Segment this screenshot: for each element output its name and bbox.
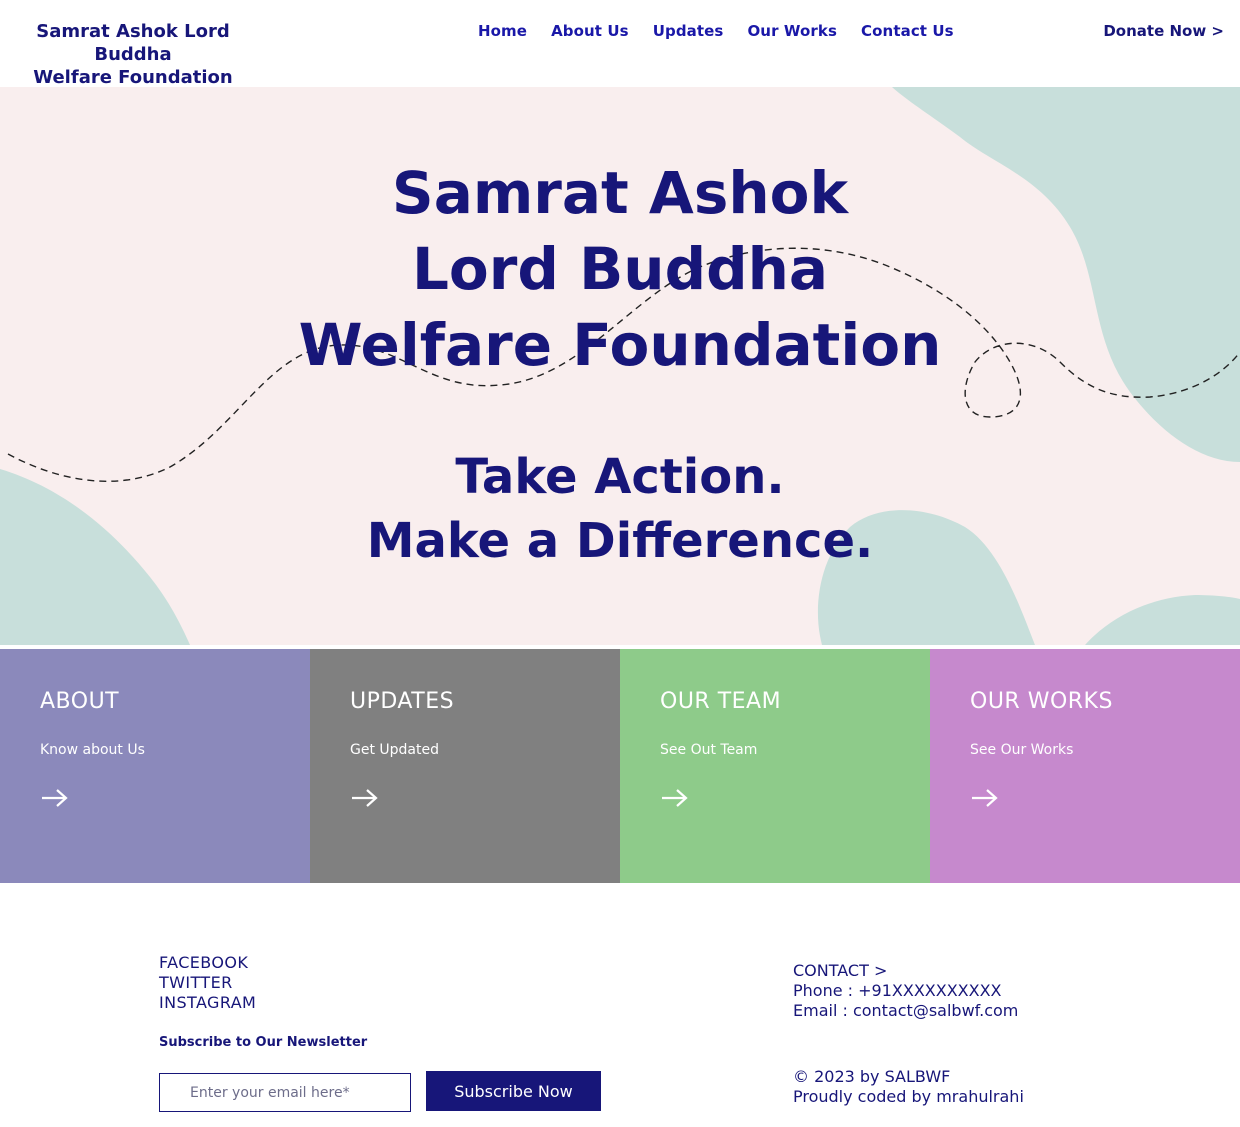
nav-about-us[interactable]: About Us — [551, 22, 629, 40]
nav-our-works[interactable]: Our Works — [747, 22, 837, 40]
arrow-right-icon[interactable] — [40, 788, 70, 808]
tile-our-works[interactable]: OUR WORKS See Our Works — [930, 649, 1240, 883]
credit-text: Proudly coded by mrahulrahi — [793, 1087, 1024, 1106]
arrow-right-icon[interactable] — [660, 788, 690, 808]
facebook-link[interactable]: FACEBOOK — [159, 953, 256, 973]
copyright-block: © 2023 by SALBWF Proudly coded by mrahul… — [793, 1067, 1024, 1107]
nav-contact-us[interactable]: Contact Us — [861, 22, 954, 40]
tile-our-works-subtitle: See Our Works — [970, 742, 1074, 758]
hero-title-line-3: Welfare Foundation — [298, 311, 942, 379]
newsletter-label: Subscribe to Our Newsletter — [159, 1035, 368, 1050]
tile-our-team-subtitle: See Out Team — [660, 742, 758, 758]
contact-phone: Phone : +91XXXXXXXXXX — [793, 981, 1002, 1000]
contact-email: Email : contact@salbwf.com — [793, 1001, 1019, 1020]
newsletter-email-input[interactable] — [159, 1073, 411, 1112]
site-footer: FACEBOOK TWITTER INSTAGRAM Subscribe to … — [0, 883, 1240, 1127]
hero-tagline: Take Action. Make a Difference. — [0, 445, 1240, 573]
tile-updates-title: UPDATES — [350, 689, 455, 714]
subscribe-button[interactable]: Subscribe Now — [426, 1071, 601, 1111]
teal-blob-bottom-right — [1085, 595, 1240, 645]
social-links: FACEBOOK TWITTER INSTAGRAM — [159, 953, 256, 1013]
contact-block: CONTACT > Phone : +91XXXXXXXXXX Email : … — [793, 961, 1018, 1021]
tile-our-team[interactable]: OUR TEAM See Out Team — [620, 649, 930, 883]
twitter-link[interactable]: TWITTER — [159, 973, 256, 993]
hero-tagline-line-2: Make a Difference. — [366, 513, 874, 569]
arrow-right-icon[interactable] — [970, 788, 1000, 808]
arrow-right-icon[interactable] — [350, 788, 380, 808]
hero-section: Samrat Ashok Lord Buddha Welfare Foundat… — [0, 87, 1240, 645]
tile-about[interactable]: ABOUT Know about Us — [0, 649, 310, 883]
hero-title-line-1: Samrat Ashok — [391, 159, 849, 227]
nav-home[interactable]: Home — [478, 22, 527, 40]
tile-about-title: ABOUT — [40, 689, 120, 714]
nav-updates[interactable]: Updates — [653, 22, 724, 40]
contact-link[interactable]: CONTACT > — [793, 961, 1018, 981]
brand-line-1: Samrat Ashok Lord Buddha — [36, 21, 230, 65]
hero-tagline-line-1: Take Action. — [455, 449, 785, 505]
copyright-text: © 2023 by SALBWF — [793, 1067, 951, 1086]
tile-updates[interactable]: UPDATES Get Updated — [310, 649, 620, 883]
feature-tiles: ABOUT Know about Us UPDATES Get Updated … — [0, 649, 1240, 883]
tile-updates-subtitle: Get Updated — [350, 742, 439, 758]
instagram-link[interactable]: INSTAGRAM — [159, 993, 256, 1013]
tile-our-team-title: OUR TEAM — [660, 689, 782, 714]
hero-title: Samrat Ashok Lord Buddha Welfare Foundat… — [0, 155, 1240, 383]
site-logo-text[interactable]: Samrat Ashok Lord Buddha Welfare Foundat… — [0, 20, 266, 89]
main-nav: Home About Us Updates Our Works Contact … — [478, 22, 978, 40]
tile-about-subtitle: Know about Us — [40, 742, 145, 758]
tile-our-works-title: OUR WORKS — [970, 689, 1113, 714]
brand-line-2: Welfare Foundation — [33, 67, 233, 88]
hero-title-line-2: Lord Buddha — [411, 235, 829, 303]
donate-now-link[interactable]: Donate Now > — [1103, 22, 1224, 40]
site-header: Samrat Ashok Lord Buddha Welfare Foundat… — [0, 0, 1240, 89]
